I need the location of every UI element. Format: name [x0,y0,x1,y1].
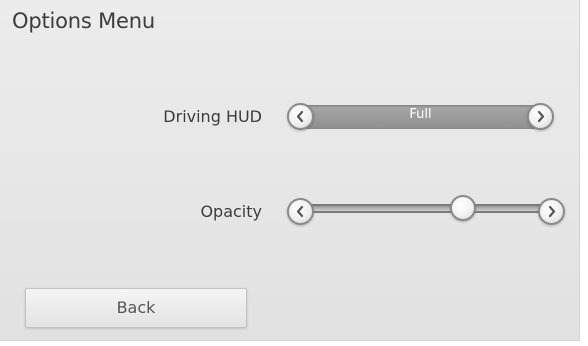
driving-hud-value: Full [409,107,432,122]
driving-hud-next-button[interactable] [527,103,554,130]
opacity-label: Opacity [200,202,262,221]
driving-hud-label: Driving HUD [163,107,262,126]
options-panel: Options Menu Driving HUD Full Opacity Ba… [0,0,580,341]
driving-hud-prev-button[interactable] [287,103,314,130]
chevron-left-icon [296,110,304,123]
opacity-decrease-button[interactable] [287,198,314,225]
opacity-slider-track[interactable] [298,195,556,221]
opacity-slider-thumb[interactable] [449,195,476,221]
opacity-increase-button[interactable] [538,198,565,225]
chevron-right-icon [537,110,545,123]
back-button[interactable]: Back [25,288,247,328]
opacity-slider-fill [300,206,463,211]
chevron-left-icon [296,205,304,218]
menu-title: Options Menu [12,9,155,33]
chevron-right-icon [548,205,556,218]
